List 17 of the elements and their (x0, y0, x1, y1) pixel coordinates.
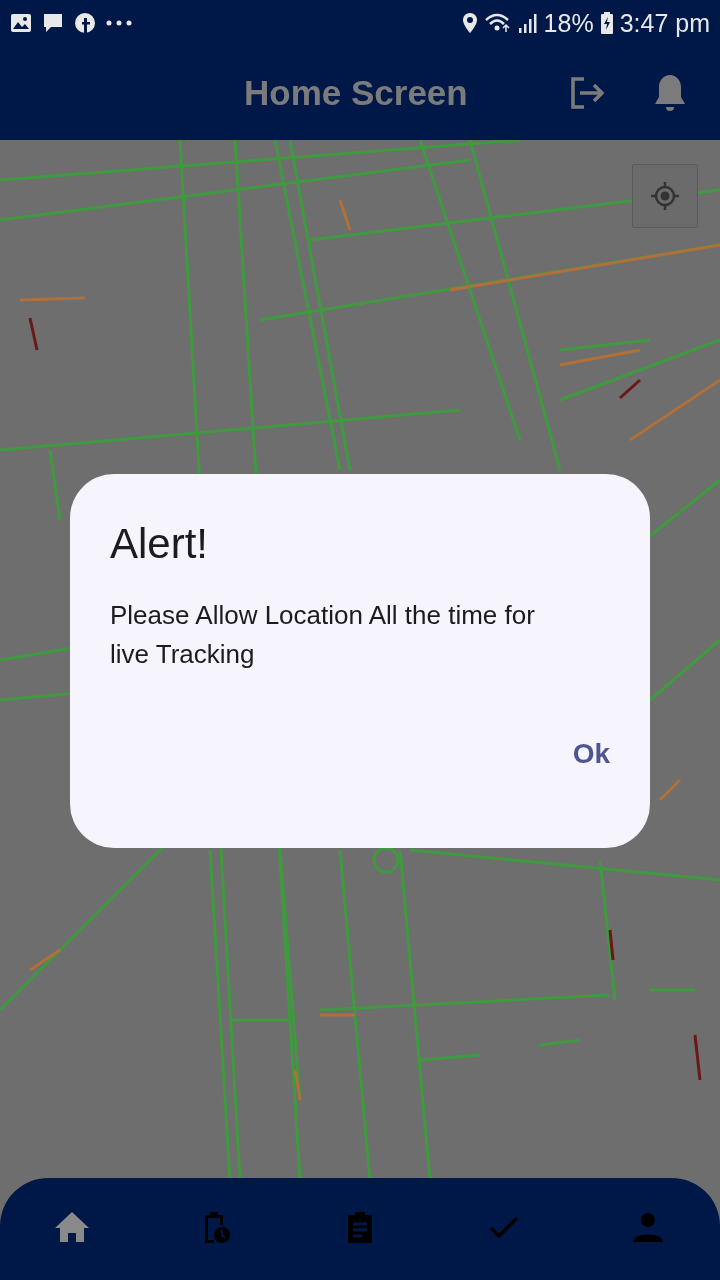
dialog-message: Please Allow Location All the time for live Tracking (110, 599, 536, 671)
more-icon (106, 20, 132, 26)
screen-title: Home Screen (244, 73, 468, 113)
battery-percent: 18% (543, 8, 594, 38)
signal-icon (517, 13, 538, 33)
my-location-button[interactable] (632, 164, 698, 228)
crosshair-icon (649, 180, 681, 212)
location-pin-icon (461, 12, 478, 34)
logout-icon[interactable] (569, 76, 606, 110)
social-icon (74, 12, 96, 34)
wifi-icon (483, 12, 512, 34)
dialog-title: Alert! (110, 520, 210, 568)
image-icon (10, 13, 32, 33)
battery-icon (599, 12, 614, 34)
clock: 3:47 pm (619, 8, 710, 38)
message-icon (42, 12, 64, 34)
ok-button[interactable]: Ok (572, 734, 610, 774)
